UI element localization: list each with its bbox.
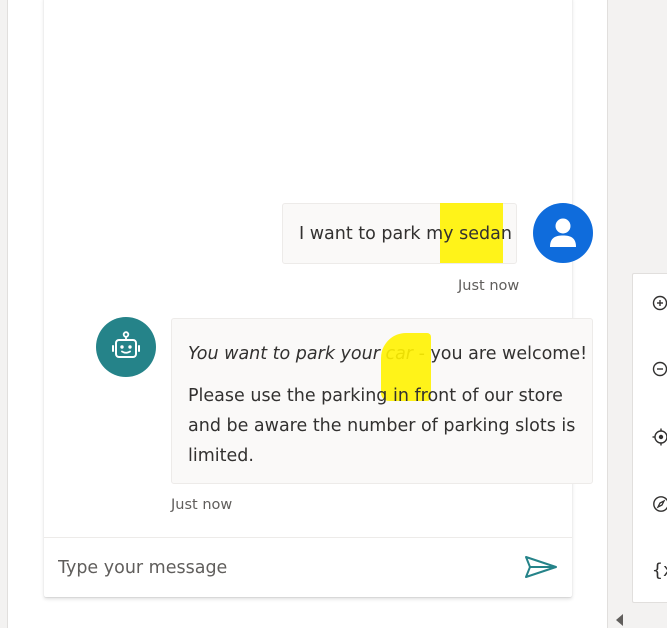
bot-message-paragraph: Please use the parking in front of our s… — [188, 386, 576, 466]
person-icon — [550, 218, 576, 247]
bot-message-timestamp: Just now — [171, 497, 233, 513]
chat-panel: I want to park my sedan Just now You wan… — [8, 0, 608, 628]
zoom-in-icon — [652, 295, 667, 311]
variables-button[interactable]: {x — [633, 550, 667, 590]
left-panel-edge — [0, 0, 8, 628]
user-message-text-main: I want to park my — [299, 223, 460, 244]
send-button[interactable] — [522, 551, 560, 583]
bot-message-italic-text: You want to park your car — [188, 344, 413, 364]
user-avatar — [533, 203, 593, 263]
send-icon — [525, 556, 557, 578]
user-message-highlighted-word: sedan — [459, 223, 512, 244]
chat-window: I want to park my sedan Just now You wan… — [44, 0, 593, 597]
compass-icon — [653, 496, 667, 512]
bot-message-bubble: You want to park your car - you are welc… — [171, 318, 593, 484]
zoom-out-button[interactable] — [633, 350, 667, 390]
minimap-button[interactable] — [633, 484, 667, 524]
bot-message-greeting: - you are welcome! — [413, 344, 588, 364]
canvas-toolbar: {x — [632, 273, 667, 603]
bot-icon — [112, 331, 140, 358]
zoom-out-icon — [652, 361, 667, 377]
message-input[interactable] — [58, 552, 498, 584]
bot-message-first-line: You want to park your car - you are welc… — [188, 333, 587, 401]
scroll-left-arrow-icon[interactable] — [616, 614, 623, 626]
composer-divider — [44, 537, 572, 538]
user-message-bubble: I want to park my sedan — [282, 203, 517, 264]
fit-to-screen-button[interactable] — [633, 417, 667, 457]
zoom-in-button[interactable] — [633, 284, 667, 324]
user-message-text: I want to park my sedan — [299, 224, 512, 244]
bot-avatar — [96, 317, 156, 377]
target-icon — [652, 428, 667, 446]
user-message-timestamp: Just now — [458, 278, 520, 294]
